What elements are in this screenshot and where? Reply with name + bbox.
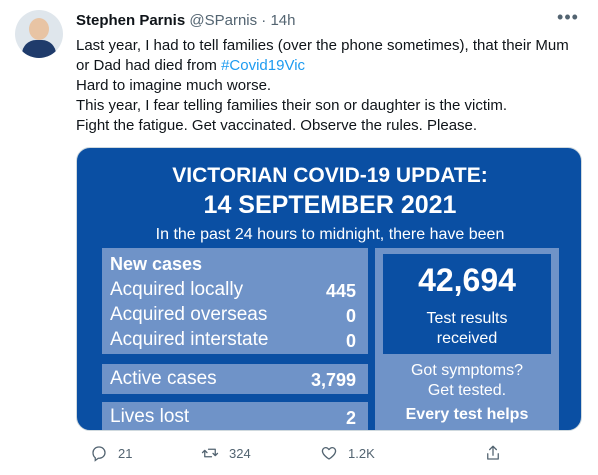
tweet: Stephen Parnis @SParnis · 14h ••• Last y… bbox=[0, 0, 598, 475]
lives-lost-label: Lives lost bbox=[110, 406, 190, 427]
author-name[interactable]: Stephen Parnis bbox=[76, 12, 185, 29]
image-title-date: 14 SEPTEMBER 2021 bbox=[203, 191, 457, 219]
image-title-line1: VICTORIAN COVID-19 UPDATE: bbox=[172, 164, 488, 187]
tweet-header: Stephen Parnis @SParnis · 14h bbox=[76, 12, 296, 29]
tweet-text-line: or Dad had died from #Covid19Vic bbox=[76, 56, 581, 76]
like-count: 1.2K bbox=[348, 445, 375, 461]
avatar-shirt bbox=[22, 40, 56, 58]
active-cases-label: Active cases bbox=[110, 368, 217, 389]
separator-dot: · bbox=[261, 12, 267, 29]
share-icon bbox=[487, 445, 499, 460]
share-button[interactable] bbox=[484, 442, 512, 464]
test-results-label-line1: Test results bbox=[426, 310, 508, 327]
retweet-icon bbox=[201, 448, 219, 458]
reply-icon bbox=[92, 446, 106, 462]
acquired-interstate-value: 0 bbox=[345, 331, 356, 351]
tweet-text-line: Hard to imagine much worse. bbox=[76, 77, 272, 94]
test-results-value: 42,694 bbox=[418, 262, 516, 298]
new-cases-panel: New cases Acquired locally 445 Acquired … bbox=[102, 248, 368, 354]
tweet-time[interactable]: 14h bbox=[270, 12, 295, 29]
every-test-helps-text: Every test helps bbox=[405, 406, 529, 423]
avatar-face bbox=[29, 18, 49, 40]
acquired-overseas-label: Acquired overseas bbox=[110, 304, 268, 325]
lives-lost-panel: Lives lost 2 bbox=[102, 402, 368, 430]
tests-panel: 42,694 Test results received Got symptom… bbox=[375, 248, 559, 430]
retweet-button[interactable]: 324 bbox=[201, 442, 251, 464]
avatar[interactable] bbox=[15, 10, 63, 58]
reply-button[interactable]: 21 bbox=[90, 442, 132, 464]
tests-box: 42,694 Test results received bbox=[383, 254, 551, 354]
tweet-actions: 21 324 1.2K bbox=[76, 442, 582, 466]
reply-count: 21 bbox=[118, 445, 133, 461]
retweet-count: 324 bbox=[229, 445, 251, 461]
lives-lost-value: 2 bbox=[345, 408, 356, 428]
acquired-overseas-value: 0 bbox=[345, 306, 356, 326]
author-handle[interactable]: @SParnis bbox=[189, 12, 257, 29]
new-cases-heading: New cases bbox=[110, 254, 203, 274]
tweet-text-fragment: or Dad had died from bbox=[76, 57, 222, 74]
more-horizontal-icon[interactable]: ••• bbox=[556, 8, 580, 30]
tweet-text: Last year, I had to tell families (over … bbox=[76, 36, 581, 136]
image-subtitle: In the past 24 hours to midnight, there … bbox=[155, 226, 505, 243]
test-results-label-line2: received bbox=[436, 330, 498, 347]
active-cases-panel: Active cases 3,799 bbox=[102, 364, 368, 394]
acquired-locally-value: 445 bbox=[325, 281, 356, 301]
covid-update-image[interactable]: VICTORIAN COVID-19 UPDATE: 14 SEPTEMBER … bbox=[76, 147, 582, 431]
get-tested-text: Get tested. bbox=[427, 382, 507, 399]
acquired-interstate-label: Acquired interstate bbox=[110, 329, 269, 350]
active-cases-value: 3,799 bbox=[310, 370, 356, 390]
symptoms-question: Got symptoms? bbox=[410, 362, 524, 379]
acquired-locally-label: Acquired locally bbox=[110, 279, 244, 300]
heart-icon bbox=[321, 446, 337, 460]
tweet-text-line: Last year, I had to tell families (over … bbox=[76, 37, 569, 54]
like-button[interactable]: 1.2K bbox=[320, 442, 375, 464]
tweet-text-line: Fight the fatigue. Get vaccinated. Obser… bbox=[76, 117, 478, 134]
tweet-text-line: This year, I fear telling families their… bbox=[76, 97, 508, 114]
hashtag-link[interactable]: #Covid19Vic bbox=[221, 57, 305, 74]
